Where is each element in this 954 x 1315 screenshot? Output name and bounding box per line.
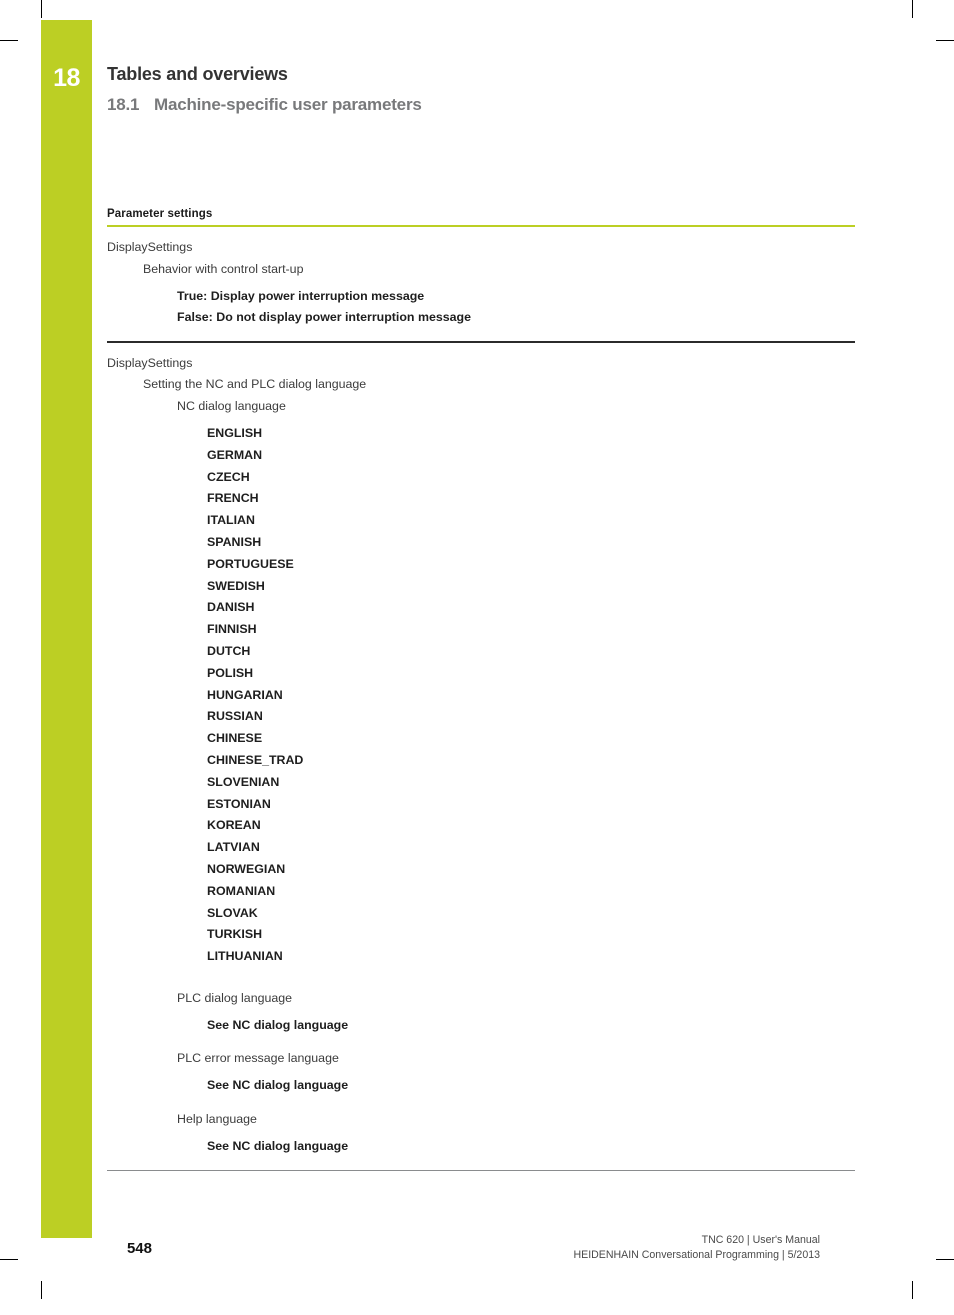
footer-meta: TNC 620 | User's Manual HEIDENHAIN Conve… [573,1233,820,1263]
page-title: Tables and overviews [107,64,288,84]
language-option: ESTONIAN [207,796,271,811]
language-option: SWEDISH [207,578,265,593]
parameter-entry-name: PLC error message language [177,1051,339,1066]
language-option: SLOVENIAN [207,774,280,789]
language-option: HUNGARIAN [207,687,283,702]
language-option: GERMAN [207,447,263,462]
crop-mark-bottom-left-horizontal [0,1259,18,1260]
parameter-name: Setting the NC and PLC dialog language [143,377,367,392]
page-number: 548 [126,1240,152,1257]
crop-mark-top-right-vertical [912,0,913,18]
crop-mark-top-left-horizontal [0,40,18,41]
crop-mark-top-left-vertical [41,0,42,18]
language-option: LATVIAN [207,840,260,855]
language-option: PORTUGUESE [207,556,294,571]
section-heading-label: Machine-specific user parameters [154,95,422,114]
parameter-value: True: Display power interruption message [177,288,425,303]
table-column-header: Parameter settings [107,208,213,220]
language-option: CHINESE [207,731,263,746]
footer-publisher-line: HEIDENHAIN Conversational Programming | … [573,1249,820,1261]
language-option: ITALIAN [207,513,255,528]
parameter-value: See NC dialog language [207,1078,349,1093]
language-option: DUTCH [207,643,251,658]
parameter-settings-table: Parameter settings DisplaySettings Behav… [107,208,855,1171]
language-option: DANISH [207,600,255,615]
language-option: SLOVAK [207,905,258,920]
crop-mark-bottom-right-horizontal [936,1259,954,1260]
footer-manual-title: TNC 620 | User's Manual [701,1234,820,1246]
nc-dialog-language-list: ENGLISH GERMAN CZECH FRENCH ITALIAN SPAN… [107,423,855,968]
chapter-tab: 18 [41,20,92,1238]
language-option: FINNISH [207,622,257,637]
language-option: CZECH [207,469,250,484]
table-section: DisplaySettings Setting the NC and PLC d… [107,343,855,1170]
section-number: 18.1 [107,95,140,114]
crop-mark-bottom-left-vertical [41,1281,42,1299]
language-option: POLISH [207,665,254,680]
language-option: CHINESE_TRAD [207,752,304,767]
language-option: ENGLISH [207,425,263,440]
parameter-entry-name: NC dialog language [177,399,286,414]
table-bottom-rule [107,1169,855,1171]
language-option: ROMANIAN [207,883,276,898]
parameter-name: Behavior with control start-up [143,261,304,276]
parameter-value: See NC dialog language [207,1138,349,1153]
parameter-entry-name: Help language [177,1112,257,1127]
section-heading: 18.1 Machine-specific user parameters [107,94,867,115]
crop-mark-top-right-horizontal [936,40,954,41]
parameter-entry-name: PLC dialog language [177,990,293,1005]
language-option: NORWEGIAN [207,861,286,876]
table-section: DisplaySettings Behavior with control st… [107,227,855,341]
chapter-number: 18 [53,64,80,92]
parameter-group: DisplaySettings [107,240,193,254]
language-option: SPANISH [207,534,262,549]
language-option: TURKISH [207,927,263,942]
language-option: FRENCH [207,491,259,506]
parameter-value: See NC dialog language [207,1017,349,1032]
parameter-value: False: Do not display power interruption… [177,310,471,325]
parameter-group: DisplaySettings [107,355,193,370]
language-option: LITHUANIAN [207,949,283,964]
language-option: RUSSIAN [207,709,263,724]
language-option: KOREAN [207,818,261,833]
crop-mark-bottom-right-vertical [912,1281,913,1299]
page-heading-block: Tables and overviews 18.1 Machine-specif… [107,63,867,115]
